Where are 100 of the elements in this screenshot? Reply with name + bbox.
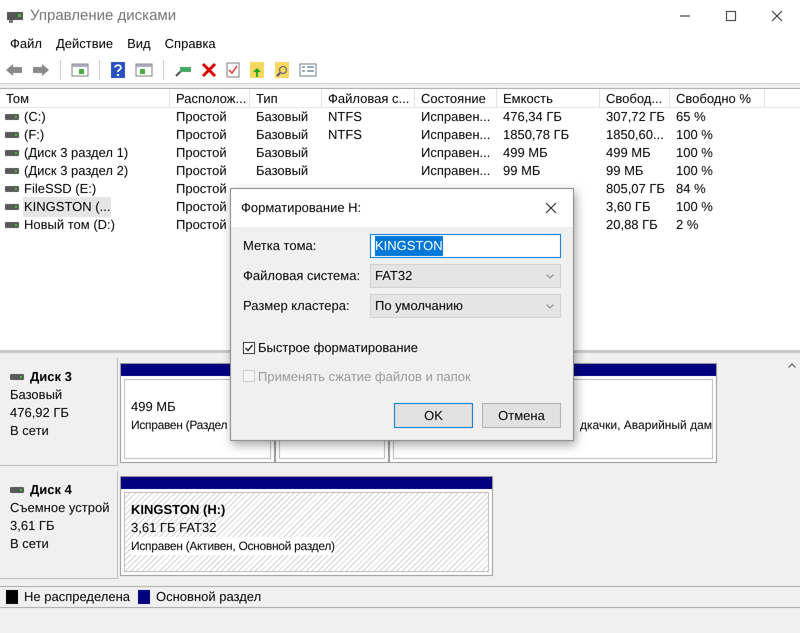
- table-cell-text: 100 %: [676, 144, 713, 162]
- disk-size: 476,92 ГБ: [10, 404, 70, 422]
- menu-item[interactable]: Вид: [120, 34, 158, 54]
- table-cell-text: Простой: [176, 108, 227, 126]
- table-cell-text: 100 %: [676, 126, 713, 144]
- checklist-icon[interactable]: [224, 62, 242, 78]
- table-cell-text: 499 МБ: [606, 144, 651, 162]
- column-header[interactable]: Тип: [250, 89, 322, 107]
- table-cell-text: 2 %: [676, 216, 698, 234]
- table-cell-text: NTFS: [328, 108, 362, 126]
- help-icon[interactable]: [108, 60, 128, 78]
- folder-up-icon[interactable]: [247, 60, 267, 78]
- table-cell-text: 65 %: [676, 108, 706, 126]
- window-title: Управление дисками: [30, 6, 176, 26]
- volume-name[interactable]: KINGSTON (...: [23, 197, 112, 217]
- table-cell-text: 84 %: [676, 180, 706, 198]
- drive-icon: [5, 149, 19, 157]
- table-cell-text: Простой: [176, 144, 227, 162]
- table-cell-text: 3,60 ГБ: [606, 198, 650, 216]
- panel-icon[interactable]: [133, 62, 155, 78]
- drive-icon: [5, 167, 19, 175]
- panel-icon[interactable]: [69, 62, 91, 78]
- volume-name[interactable]: (Диск 3 раздел 1): [23, 143, 130, 163]
- table-cell-text: Простой: [176, 216, 227, 234]
- volume-name[interactable]: (Диск 3 раздел 2): [23, 161, 130, 181]
- legend-label: Основной раздел: [156, 588, 262, 606]
- dropdown[interactable]: FAT32: [370, 264, 561, 288]
- partition-status: Исправен (Активен, Основной раздел): [131, 537, 335, 555]
- volume-name[interactable]: FileSSD (E:): [23, 179, 98, 199]
- dialog-button[interactable]: Отмена: [482, 403, 561, 428]
- table-cell-text: Исправен...: [421, 144, 490, 162]
- dialog-button[interactable]: OK: [394, 403, 473, 428]
- chevron-down-icon: [546, 304, 554, 308]
- table-cell-text: Базовый: [256, 162, 308, 180]
- partition-status: дкачки, Аварийный дам: [580, 417, 712, 434]
- checkbox[interactable]: [243, 342, 255, 354]
- column-header[interactable]: Свобод...: [600, 89, 670, 107]
- menu-item[interactable]: Справка: [158, 34, 223, 54]
- disk-name: Диск 3: [30, 368, 72, 386]
- disk-size: 3,61 ГБ: [10, 517, 56, 535]
- table-cell-text: 100 %: [676, 162, 713, 180]
- search-icon[interactable]: [272, 60, 292, 78]
- table-cell-text: Базовый: [256, 108, 308, 126]
- properties-icon[interactable]: [297, 62, 319, 76]
- app-icon: [6, 9, 24, 23]
- partition-status: Исправен (Раздел: [131, 417, 228, 434]
- scroll-up-icon[interactable]: [788, 363, 796, 368]
- menu-item[interactable]: Действие: [48, 34, 120, 54]
- legend-label: Не распределена: [24, 588, 130, 606]
- table-cell-text: Исправен...: [421, 162, 490, 180]
- table-cell-text: NTFS: [328, 126, 362, 144]
- drive-icon: [5, 113, 19, 121]
- table-cell-text: 476,34 ГБ: [503, 108, 562, 126]
- disk-status: В сети: [10, 535, 50, 553]
- dialog-title: Форматирование H:: [241, 199, 362, 218]
- table-cell-text: 20,88 ГБ: [606, 216, 658, 234]
- partition-size: 499 МБ: [131, 398, 176, 416]
- table-cell-text: 100 %: [676, 198, 713, 216]
- drive-icon: [5, 185, 19, 193]
- input-field[interactable]: KINGSTON: [370, 234, 561, 258]
- table-cell-text: 99 МБ: [503, 162, 540, 180]
- volume-name[interactable]: (F:): [23, 125, 46, 145]
- volume-name[interactable]: (C:): [23, 107, 47, 127]
- delete-icon[interactable]: [199, 62, 219, 78]
- disk-type: Базовый: [10, 386, 64, 404]
- table-cell-text: Исправен...: [421, 108, 490, 126]
- checkbox-label[interactable]: Быстрое форматирование: [258, 338, 418, 358]
- partition-block[interactable]: KINGSTON (H:) 3,61 ГБ FAT32 Исправен (Активен, Основной раздел): [120, 476, 493, 576]
- table-cell-text: 307,72 ГБ: [606, 108, 665, 126]
- partition-label: KINGSTON (H:): [131, 501, 226, 519]
- drive-icon: [5, 203, 19, 211]
- menu-item[interactable]: Файл: [3, 34, 49, 54]
- column-header[interactable]: Располож...: [170, 89, 250, 107]
- table-cell-text: Простой: [176, 180, 227, 198]
- field-label: Файловая система:: [243, 267, 362, 286]
- disk-type: Съемное устрой: [10, 499, 110, 517]
- table-cell-text: 499 МБ: [503, 144, 548, 162]
- table-cell-text: Простой: [176, 198, 227, 216]
- column-header[interactable]: Файловая с...: [322, 89, 415, 107]
- dropdown[interactable]: По умолчанию: [370, 294, 561, 318]
- close-icon[interactable]: [545, 202, 557, 214]
- table-cell-text: Базовый: [256, 144, 308, 162]
- drive-icon: [5, 221, 19, 229]
- column-header[interactable]: Том: [0, 89, 170, 107]
- field-label: Метка тома:: [243, 237, 318, 256]
- partition-size: 3,61 ГБ FAT32: [131, 519, 216, 537]
- table-cell-text: Исправен...: [421, 126, 490, 144]
- disk-status: В сети: [10, 422, 50, 440]
- column-header[interactable]: Емкость: [497, 89, 600, 107]
- table-cell-text: 1850,60...: [606, 126, 664, 144]
- table-cell-text: Базовый: [256, 126, 308, 144]
- volume-name[interactable]: Новый том (D:): [23, 215, 116, 235]
- table-cell-text: 805,07 ГБ: [606, 180, 665, 198]
- table-cell-text: Простой: [176, 126, 227, 144]
- drive-icon: [5, 131, 19, 139]
- column-header[interactable]: Свободно %: [670, 89, 765, 107]
- chevron-down-icon: [546, 274, 554, 278]
- field-label: Размер кластера:: [243, 297, 351, 316]
- table-cell-text: Простой: [176, 162, 227, 180]
- column-header[interactable]: Состояние: [415, 89, 497, 107]
